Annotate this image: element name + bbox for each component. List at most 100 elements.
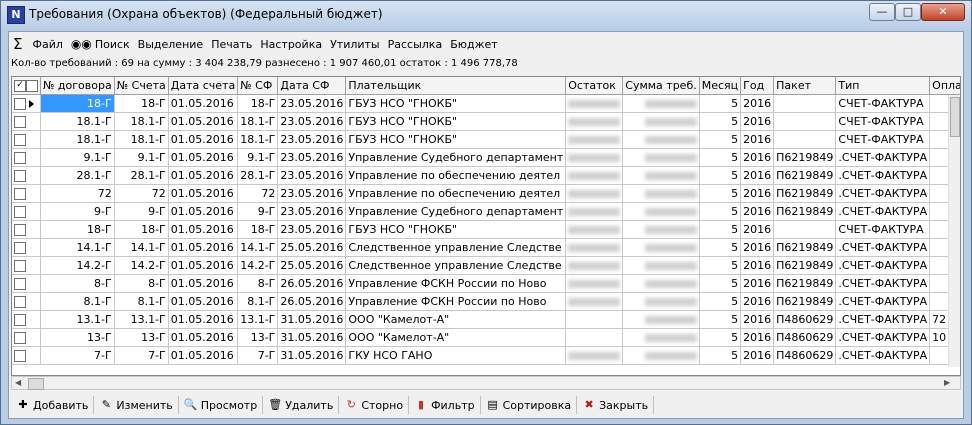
month-cell[interactable]: 5 [699, 220, 742, 239]
menu-mailing[interactable]: Рассылка [384, 38, 447, 51]
contract-cell[interactable]: 18-Г [40, 94, 115, 113]
table-row[interactable]: 18.1-Г 18.1-Г 01.05.2016 18.1-Г 23.05.2016 ГБ… [12, 112, 960, 131]
invoice-date-cell[interactable]: 01.05.2016 [168, 166, 239, 185]
sort-button[interactable]: ▤ Сортировка [481, 396, 578, 414]
amount-cell[interactable] [622, 112, 700, 131]
type-cell[interactable]: .СЧЕТ-ФАКТУРА [835, 238, 931, 257]
row-checkbox-cell[interactable] [12, 184, 41, 203]
checkbox-checked-icon[interactable]: ✓ [14, 79, 26, 92]
package-cell[interactable]: П6219849 [773, 166, 837, 185]
payer-cell[interactable]: ООО "Камелот-А" [345, 310, 567, 329]
invoice-cell[interactable]: 8.1-Г [114, 292, 169, 311]
payer-cell[interactable]: Управление Судебного департамент [345, 148, 567, 167]
table-row[interactable]: 72 72 01.05.2016 72 23.05.2016 Управление по … [12, 184, 960, 203]
balance-cell[interactable] [565, 112, 624, 131]
row-checkbox[interactable] [14, 169, 26, 182]
type-cell[interactable]: .СЧЕТ-ФАКТУРА [835, 328, 931, 347]
table-row[interactable]: 9-Г 9-Г 01.05.2016 9-Г 23.05.2016 Управление … [12, 202, 960, 221]
row-checkbox[interactable] [14, 205, 26, 218]
horizontal-scrollbar[interactable]: ◀ ▶ [11, 376, 961, 390]
col-month[interactable]: Месяц [699, 77, 742, 95]
row-checkbox-cell[interactable] [12, 310, 41, 329]
sf-cell[interactable]: 9-Г [237, 202, 279, 221]
sf-date-cell[interactable]: 23.05.2016 [277, 94, 347, 113]
type-cell[interactable]: .СЧЕТ-ФАКТУРА [835, 346, 931, 365]
package-cell[interactable]: П6219849 [773, 202, 837, 221]
payer-cell[interactable]: ГБУЗ НСО "ГНОКБ" [345, 130, 567, 149]
balance-cell[interactable] [565, 166, 624, 185]
vertical-scroll-thumb[interactable] [950, 97, 960, 137]
year-cell[interactable]: 2016 [740, 112, 775, 131]
amount-cell[interactable] [622, 184, 700, 203]
amount-cell[interactable] [622, 202, 700, 221]
type-cell[interactable]: .СЧЕТ-ФАКТУРА [835, 310, 931, 329]
table-row[interactable]: 18-Г 18-Г 01.05.2016 18-Г 23.05.2016 ГБУЗ НСО… [12, 220, 960, 239]
invoice-date-cell[interactable]: 01.05.2016 [168, 94, 239, 113]
col-sf-date[interactable]: Дата СФ [277, 77, 347, 95]
type-cell[interactable]: СЧЕТ-ФАКТУРА [835, 94, 931, 113]
menu-file[interactable]: Файл [28, 38, 66, 51]
invoice-date-cell[interactable]: 01.05.2016 [168, 238, 239, 257]
invoice-date-cell[interactable]: 01.05.2016 [168, 292, 239, 311]
package-cell[interactable]: П6219849 [773, 256, 837, 275]
package-cell[interactable]: П4860629 [773, 346, 837, 365]
table-row[interactable]: 28.1-Г 28.1-Г 01.05.2016 28.1-Г 23.05.2016 Уп… [12, 166, 960, 185]
menu-print[interactable]: Печать [207, 38, 256, 51]
row-checkbox[interactable] [14, 187, 26, 200]
amount-cell[interactable] [622, 346, 700, 365]
payer-cell[interactable]: Управление Судебного департамент [345, 202, 567, 221]
contract-cell[interactable]: 9-Г [40, 202, 115, 221]
invoice-cell[interactable]: 14.2-Г [114, 256, 169, 275]
table-row[interactable]: 9.1-Г 9.1-Г 01.05.2016 9.1-Г 23.05.2016 Управ… [12, 148, 960, 167]
payer-cell[interactable]: ГБУЗ НСО "ГНОКБ" [345, 94, 567, 113]
month-cell[interactable]: 5 [699, 112, 742, 131]
payer-cell[interactable]: ГБУЗ НСО "ГНОКБ" [345, 112, 567, 131]
contract-cell[interactable]: 13.1-Г [40, 310, 115, 329]
checkbox-icon[interactable] [26, 79, 38, 92]
col-payer[interactable]: Плательщик [345, 77, 567, 95]
col-invoice-date[interactable]: Дата счета [168, 77, 239, 95]
invoice-date-cell[interactable]: 01.05.2016 [168, 112, 239, 131]
sf-date-cell[interactable]: 23.05.2016 [277, 166, 347, 185]
balance-cell[interactable] [565, 328, 624, 347]
menu-settings[interactable]: Настройка [256, 38, 326, 51]
requirements-grid[interactable]: ✓ № договора № Счета Дата счета № СФ Дат… [11, 76, 961, 376]
balance-cell[interactable] [565, 310, 624, 329]
month-cell[interactable]: 5 [699, 166, 742, 185]
row-checkbox-cell[interactable] [12, 148, 41, 167]
balance-cell[interactable] [565, 346, 624, 365]
sf-date-cell[interactable]: 31.05.2016 [277, 328, 347, 347]
year-cell[interactable]: 2016 [740, 148, 775, 167]
row-checkbox[interactable] [14, 295, 26, 308]
sf-cell[interactable]: 8.1-Г [237, 292, 279, 311]
amount-cell[interactable] [622, 94, 700, 113]
type-cell[interactable]: СЧЕТ-ФАКТУРА [835, 220, 931, 239]
invoice-date-cell[interactable]: 01.05.2016 [168, 346, 239, 365]
maximize-button[interactable]: □ [895, 3, 921, 21]
app-icon[interactable]: N [7, 6, 25, 24]
month-cell[interactable]: 5 [699, 130, 742, 149]
sf-date-cell[interactable]: 23.05.2016 [277, 148, 347, 167]
sf-date-cell[interactable]: 23.05.2016 [277, 112, 347, 131]
row-checkbox[interactable] [14, 133, 26, 146]
sf-cell[interactable]: 13.1-Г [237, 310, 279, 329]
sf-cell[interactable]: 28.1-Г [237, 166, 279, 185]
row-checkbox-cell[interactable] [12, 130, 41, 149]
package-cell[interactable]: П6219849 [773, 148, 837, 167]
payer-cell[interactable]: Управление ФСКН России по Ново [345, 274, 567, 293]
payer-cell[interactable]: ООО "Камелот-А" [345, 328, 567, 347]
amount-cell[interactable] [622, 220, 700, 239]
menu-budget[interactable]: Бюджет [446, 38, 502, 51]
payer-cell[interactable]: Следственное управление Следстве [345, 256, 567, 275]
amount-cell[interactable] [622, 256, 700, 275]
sf-cell[interactable]: 13-Г [237, 328, 279, 347]
row-checkbox-cell[interactable] [12, 238, 41, 257]
close-window-button[interactable]: ✕ [921, 3, 965, 21]
row-checkbox-cell[interactable] [12, 112, 41, 131]
month-cell[interactable]: 5 [699, 202, 742, 221]
row-checkbox-cell[interactable] [12, 166, 41, 185]
contract-cell[interactable]: 18-Г [40, 220, 115, 239]
year-cell[interactable]: 2016 [740, 328, 775, 347]
sf-cell[interactable]: 9.1-Г [237, 148, 279, 167]
sf-date-cell[interactable]: 31.05.2016 [277, 346, 347, 365]
